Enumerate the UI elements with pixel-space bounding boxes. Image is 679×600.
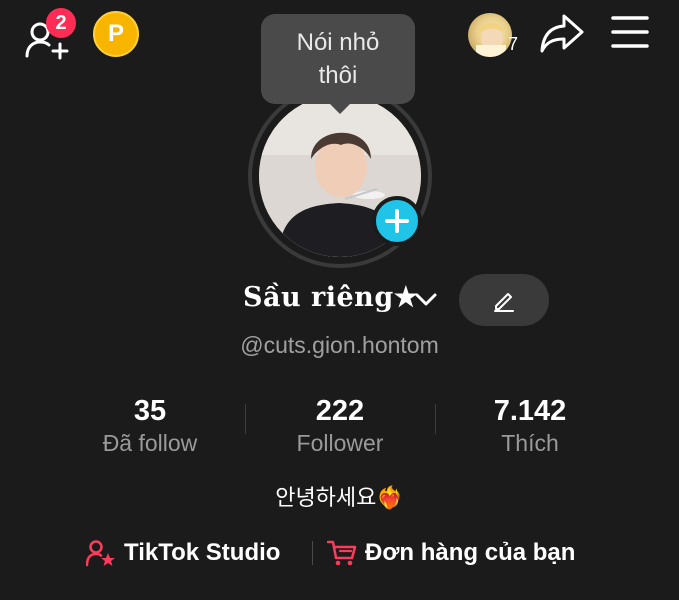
edit-profile-button[interactable] [459,274,549,326]
story-avatar-image [476,23,506,57]
link-separator [312,541,313,565]
stat-label: Đã follow [102,430,198,456]
stat-label: Thích [501,430,559,456]
orders-link[interactable]: Đơn hàng của bạn [327,536,575,570]
share-icon [540,14,584,53]
plus-icon [385,209,409,233]
stat-value: 222 [315,395,365,427]
tooltip-line-2: thôi [318,62,358,89]
profile-bio: 안녕하세요❤️‍🔥 [275,486,404,511]
chevron-down-icon [415,293,437,306]
stat-label: Follower [296,430,384,456]
stat-value: 7.142 [493,395,567,427]
stat-following[interactable]: 35 Đã follow [55,393,245,457]
stat-value: 35 [133,395,167,427]
creator-star-icon [86,540,115,567]
cart-icon [327,540,357,566]
tooltip-arrow [328,102,352,114]
menu-button[interactable] [610,14,650,50]
coin-icon: P [107,20,124,47]
username: @cuts.gion.hontom [240,332,439,358]
story-count: 7 [508,34,519,54]
tiktok-studio-link[interactable]: TikTok Studio [86,536,280,570]
stat-likes[interactable]: 7.142 Thích [435,393,625,457]
add-friend-button[interactable]: 2 [24,8,76,60]
hamburger-icon [611,16,649,48]
avatar-tooltip: Nói nhỏ thôi [261,14,415,104]
share-button[interactable] [538,12,586,54]
account-switch-button[interactable] [413,290,439,310]
stat-followers[interactable]: 222 Follower [245,393,435,457]
add-story-button[interactable] [372,196,422,246]
tooltip-line-1: Nói nhỏ [296,29,380,56]
tiktok-studio-label: TikTok Studio [124,539,281,566]
display-name[interactable]: Sầu riêng★ [243,282,418,313]
pencil-icon [494,293,514,312]
orders-label: Đơn hàng của bạn [365,539,576,566]
notification-badge: 2 [46,8,76,38]
story-avatar[interactable] [468,13,512,57]
coin-button[interactable]: P [93,11,139,57]
